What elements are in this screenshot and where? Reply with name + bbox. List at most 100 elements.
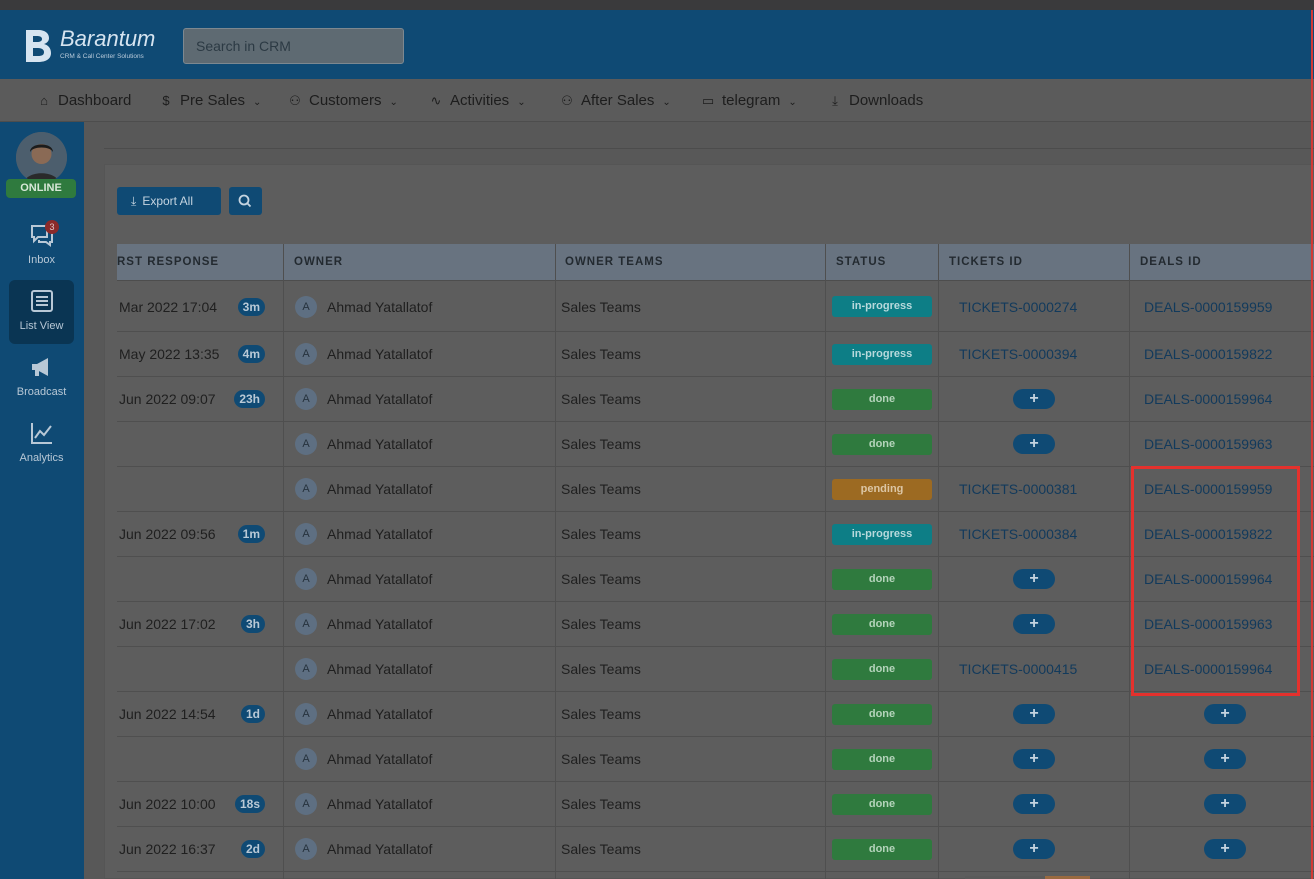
user-avatar[interactable] <box>16 132 67 183</box>
column-header-status[interactable]: STATUS <box>836 244 886 281</box>
owner-name: Ahmad Yatallatof <box>327 526 433 542</box>
owner-cell: A Ahmad Yatallatof <box>295 647 432 691</box>
status-cell: done <box>832 737 932 781</box>
duration-badge: 3m <box>237 297 265 316</box>
nav-downloads[interactable]: ⤓ Downloads <box>827 79 923 122</box>
list-icon <box>30 290 53 312</box>
deal-cell: + <box>1204 692 1246 736</box>
add-ticket-button[interactable]: + <box>1013 794 1055 814</box>
sidebar-item-inbox[interactable]: 3 Inbox <box>9 214 74 278</box>
add-ticket-button[interactable]: + <box>1013 839 1055 859</box>
ticket-link[interactable]: TICKETS-0000384 <box>959 526 1077 542</box>
column-header-owner[interactable]: OWNER <box>294 244 343 281</box>
owner-cell: A Ahmad Yatallatof <box>295 737 432 781</box>
owner-team-cell: Sales Teams <box>561 692 641 736</box>
sidebar-item-broadcast[interactable]: Broadcast <box>9 346 74 410</box>
status-badge: done <box>832 568 932 590</box>
status-badge: in-progress <box>832 343 932 365</box>
nav-telegram[interactable]: ▭ telegram ⌄ <box>700 79 797 122</box>
column-header-tickets-id[interactable]: TICKETS ID <box>949 244 1023 281</box>
owner-name: Ahmad Yatallatof <box>327 391 433 407</box>
table-row[interactable]: Jun 2022 14:54 1d A Ahmad Yatallatof Sales T… <box>117 692 1314 737</box>
add-ticket-button[interactable]: + <box>1013 749 1055 769</box>
nav-label: Dashboard <box>58 92 132 109</box>
table-row[interactable]: Jun 2022 10:00 18s A Ahmad Yatallatof Sales … <box>117 782 1314 827</box>
ticket-link[interactable]: TICKETS-0000394 <box>959 346 1077 362</box>
divider <box>104 148 1314 149</box>
ticket-cell: + <box>1013 377 1055 421</box>
table-row[interactable]: Jun 2022 09:07 23h A Ahmad Yatallatof Sales … <box>117 377 1314 422</box>
nav-dashboard[interactable]: ⌂ Dashboard <box>36 79 131 122</box>
column-header-deals-id[interactable]: DEALS ID <box>1140 244 1202 281</box>
add-ticket-button[interactable]: + <box>1013 569 1055 589</box>
owner-team: Sales Teams <box>561 616 641 632</box>
nav-after-sales[interactable]: ⚇ After Sales ⌄ <box>559 79 671 122</box>
owner-team: Sales Teams <box>561 571 641 587</box>
add-ticket-button[interactable]: + <box>1013 704 1055 724</box>
owner-avatar: A <box>295 613 317 635</box>
ticket-cell: TICKETS-0000274 <box>959 282 1077 331</box>
add-deal-button[interactable]: + <box>1204 839 1246 859</box>
deal-link[interactable]: DEALS-0000159959 <box>1144 299 1272 315</box>
column-divider <box>555 244 556 879</box>
status-badge: done <box>832 748 932 770</box>
highlight-annotation-box <box>1131 466 1300 696</box>
export-all-button[interactable]: ⤓ Export All <box>117 187 221 215</box>
owner-cell: A Ahmad Yatallatof <box>295 282 432 331</box>
status-badge: done <box>832 613 932 635</box>
owner-team-cell: Sales Teams <box>561 467 641 511</box>
activity-icon: ∿ <box>430 93 442 108</box>
first-response-cell <box>119 647 269 691</box>
ticket-link[interactable]: TICKETS-0000381 <box>959 481 1077 497</box>
chart-line-icon <box>30 423 52 444</box>
owner-name: Ahmad Yatallatof <box>327 616 433 632</box>
table-row[interactable]: A Ahmad Yatallatof Sales Teams done + DEALS-0… <box>117 422 1314 467</box>
sidebar-item-analytics[interactable]: Analytics <box>9 412 74 476</box>
owner-avatar: A <box>295 343 317 365</box>
ticket-link[interactable]: TICKETS-0000415 <box>959 661 1077 677</box>
deal-link[interactable]: DEALS-0000159822 <box>1144 346 1272 362</box>
deal-link[interactable]: DEALS-0000159964 <box>1144 391 1272 407</box>
owner-cell: A Ahmad Yatallatof <box>295 602 432 646</box>
table-row[interactable]: May 2022 13:35 4m A Ahmad Yatallatof Sales T… <box>117 332 1314 377</box>
crm-search-input[interactable]: Search in CRM <box>183 28 404 64</box>
ticket-link[interactable]: TICKETS-0000274 <box>959 299 1077 315</box>
owner-avatar: A <box>295 568 317 590</box>
duration-cell: 4m <box>117 332 265 376</box>
brand-tagline: CRM & Call Center Solutions <box>60 53 144 60</box>
add-deal-button[interactable]: + <box>1204 794 1246 814</box>
table-row[interactable]: Jun 2022 16:37 2d A Ahmad Yatallatof Sales T… <box>117 827 1314 872</box>
status-cell: done <box>832 692 932 736</box>
column-header-owner-teams[interactable]: OWNER TEAMS <box>565 244 664 281</box>
sidebar-item-label: List View <box>19 320 64 332</box>
owner-team: Sales Teams <box>561 298 641 315</box>
column-header-first-response[interactable]: RST RESPONSE <box>117 244 277 281</box>
owner-name: Ahmad Yatallatof <box>327 481 433 497</box>
duration-badge: 18s <box>234 795 265 813</box>
deal-link[interactable]: DEALS-0000159963 <box>1144 436 1272 452</box>
nav-customers[interactable]: ⚇ Customers ⌄ <box>287 79 398 122</box>
ticket-cell: + <box>1013 557 1055 601</box>
status-cell: done <box>832 647 932 691</box>
owner-name: Ahmad Yatallatof <box>327 751 433 767</box>
add-ticket-button[interactable]: + <box>1013 434 1055 454</box>
sidebar-item-list-view[interactable]: List View <box>9 280 74 344</box>
nav-label: Activities <box>450 92 510 109</box>
owner-name: Ahmad Yatallatof <box>327 346 433 362</box>
add-ticket-button[interactable]: + <box>1013 614 1055 634</box>
nav-activities[interactable]: ∿ Activities ⌄ <box>428 79 526 122</box>
online-status-badge: ONLINE <box>6 179 76 198</box>
owner-team-cell: Sales Teams <box>561 512 641 556</box>
brand-logo[interactable]: Barantum CRM & Call Center Solutions <box>20 26 180 68</box>
add-deal-button[interactable]: + <box>1204 749 1246 769</box>
table-row[interactable]: A Ahmad Yatallatof Sales Teams done + + <box>117 737 1314 782</box>
owner-avatar: A <box>295 703 317 725</box>
add-ticket-button[interactable]: + <box>1013 389 1055 409</box>
folder-icon: ▭ <box>701 93 715 108</box>
owner-team-cell: Sales Teams <box>561 737 641 781</box>
table-row[interactable]: Mar 2022 17:04 3m A Ahmad Yatallatof Sales T… <box>117 282 1314 332</box>
add-deal-button[interactable]: + <box>1204 704 1246 724</box>
table-search-button[interactable] <box>229 187 262 215</box>
nav-pre-sales[interactable]: $ Pre Sales ⌄ <box>158 79 261 122</box>
table-header: RST RESPONSE OWNER OWNER TEAMS STATUS TI… <box>117 244 1314 281</box>
